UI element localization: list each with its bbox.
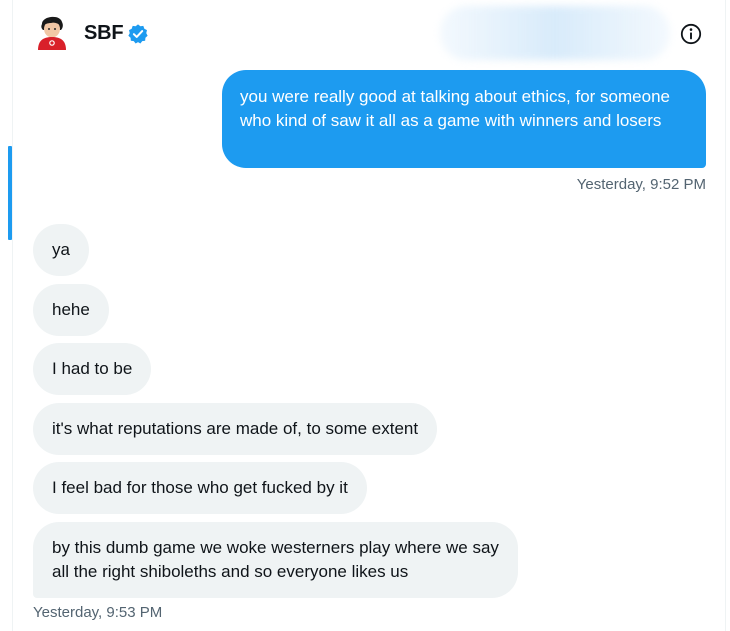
contact-name[interactable]: SBF xyxy=(84,22,124,45)
incoming-message-text: I feel bad for those who get fucked by i… xyxy=(52,478,348,497)
incoming-message[interactable]: I had to be xyxy=(33,343,152,395)
incoming-timestamp: Yesterday, 9:53 PM xyxy=(33,604,163,621)
conversation-panel-border-right xyxy=(725,0,726,631)
incoming-message[interactable]: I feel bad for those who get fucked by i… xyxy=(33,462,367,514)
blurred-region xyxy=(440,6,670,60)
conversation-panel-border-left xyxy=(12,0,13,631)
incoming-message[interactable]: hehe xyxy=(33,284,109,336)
outgoing-message-text: you were really good at talking about et… xyxy=(240,87,670,130)
incoming-message[interactable]: by this dumb game we woke westerners pla… xyxy=(33,522,518,598)
conversation-header: SBF xyxy=(0,0,730,68)
incoming-message[interactable]: it's what reputations are made of, to so… xyxy=(33,403,438,455)
incoming-message-text: ya xyxy=(52,240,70,259)
info-icon[interactable] xyxy=(679,22,703,46)
incoming-message-text: hehe xyxy=(52,300,90,319)
person-avatar-icon[interactable] xyxy=(36,14,68,50)
incoming-message-text: I had to be xyxy=(52,359,133,378)
incoming-message[interactable]: ya xyxy=(33,224,89,276)
scroll-indicator[interactable] xyxy=(8,146,12,240)
outgoing-timestamp: Yesterday, 9:52 PM xyxy=(576,176,706,193)
incoming-message-text: it's what reputations are made of, to so… xyxy=(52,419,419,438)
verified-badge-icon xyxy=(127,23,149,45)
incoming-message-text: by this dumb game we woke westerners pla… xyxy=(52,538,499,581)
outgoing-message[interactable]: you were really good at talking about et… xyxy=(222,70,706,168)
